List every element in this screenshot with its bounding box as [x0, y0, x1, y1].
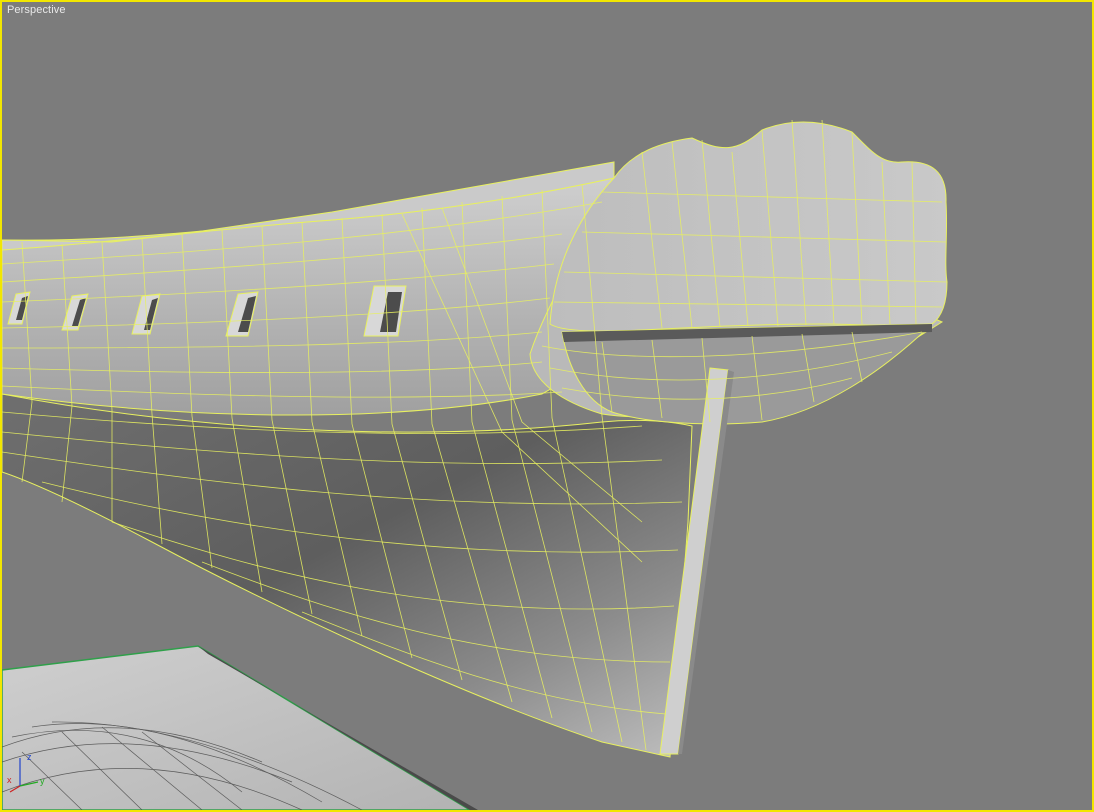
axis-x-label: x: [7, 775, 12, 785]
reference-plane[interactable]: [2, 645, 478, 810]
axis-y-label: y: [40, 776, 45, 786]
scene-canvas[interactable]: z y x: [2, 2, 1092, 810]
axis-z-label: z: [27, 752, 32, 762]
perspective-viewport[interactable]: Perspective z y x: [0, 0, 1094, 812]
